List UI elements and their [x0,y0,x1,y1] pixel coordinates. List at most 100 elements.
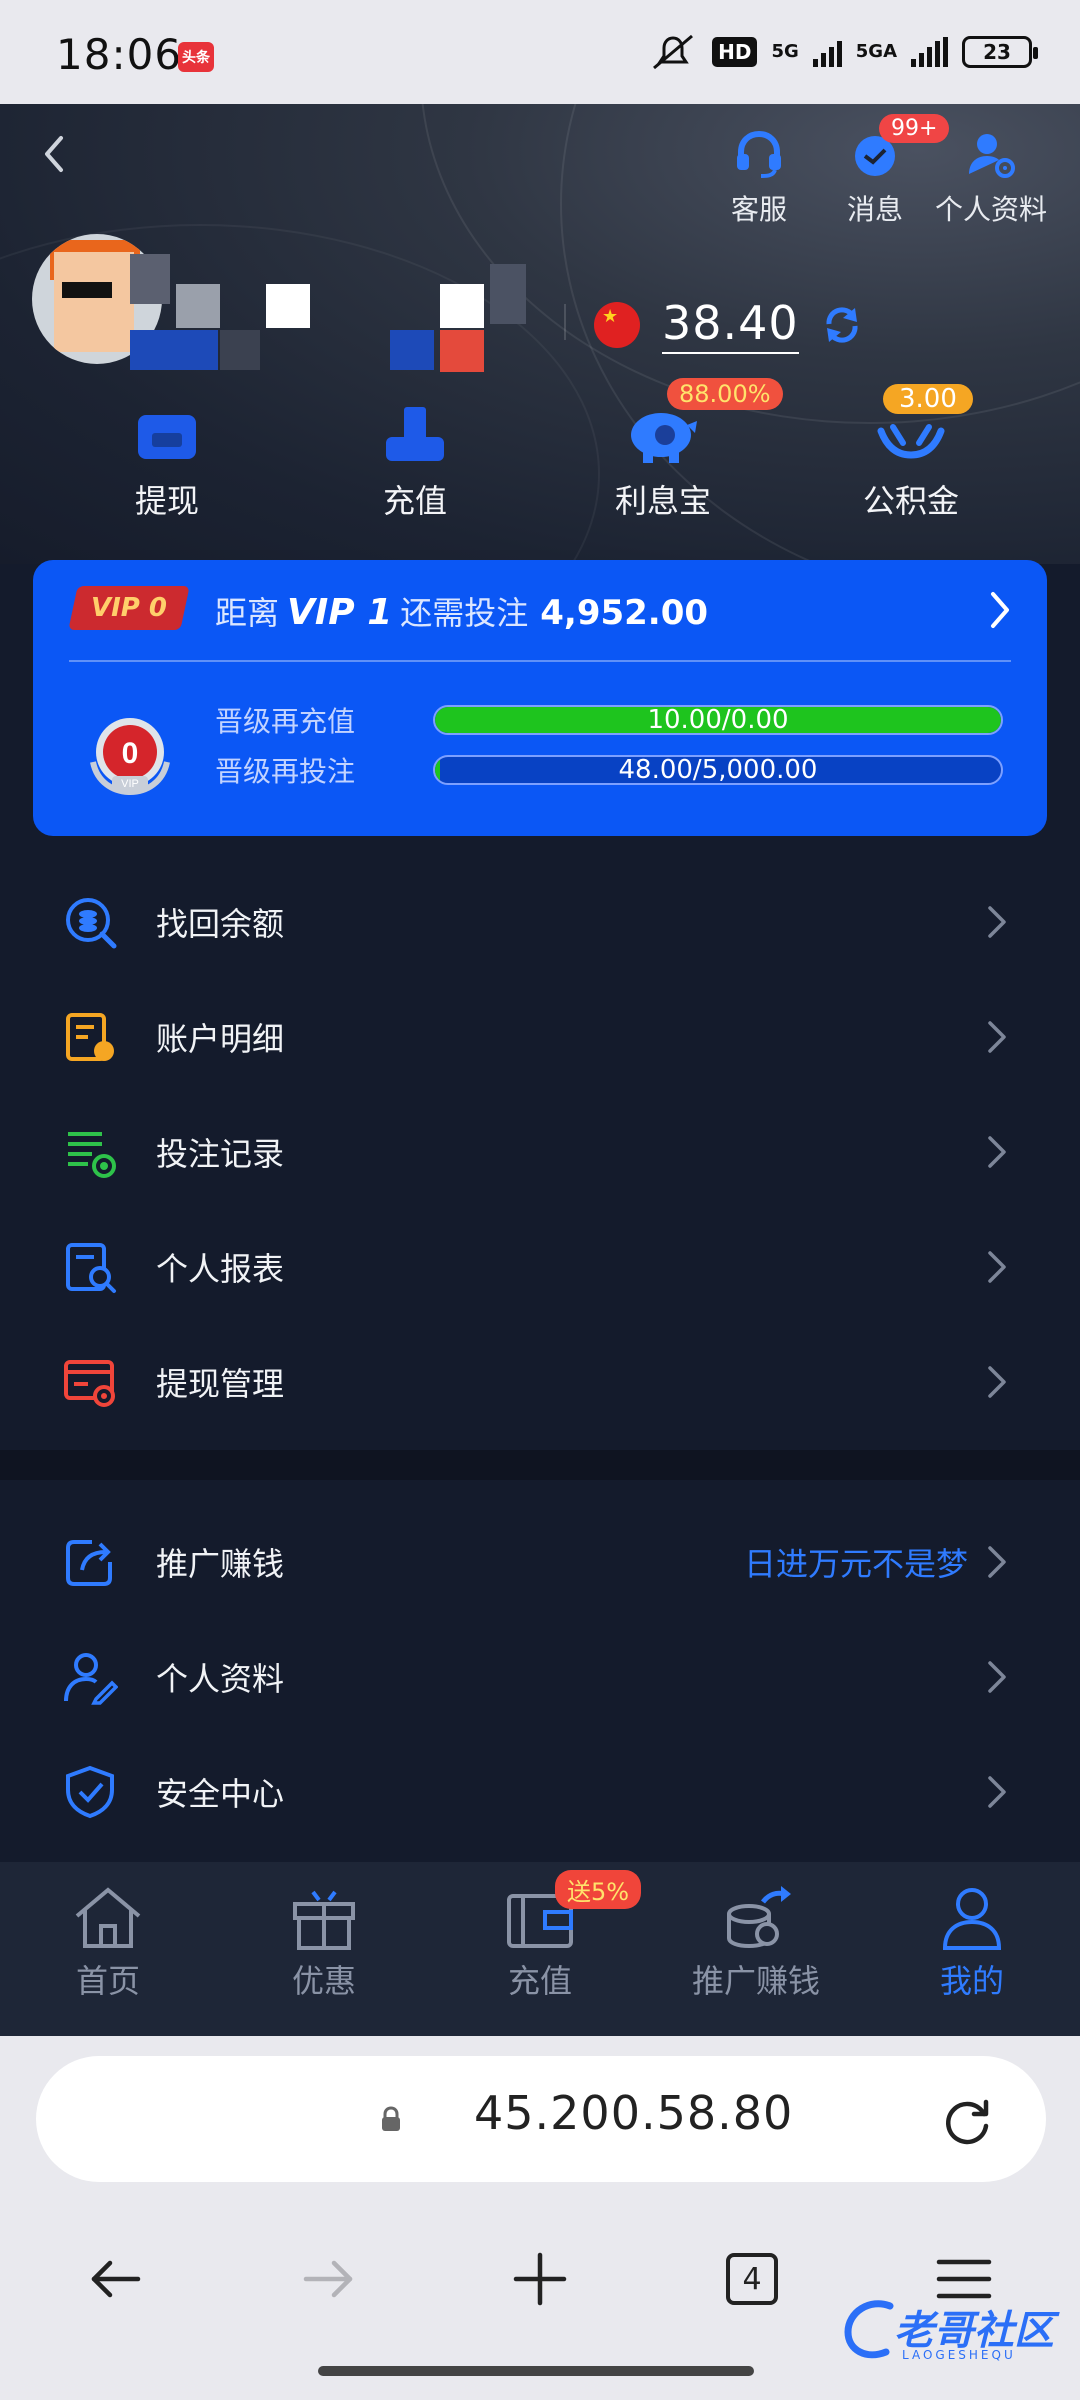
profile-button[interactable]: 个人资料 [926,126,1056,228]
recover-balance-icon [66,897,117,948]
tab-count: 4 [726,2253,778,2305]
provident-fund-badge: 3.00 [883,384,973,414]
arrow-right-icon [303,2260,353,2298]
status-time: 18:06 [56,30,183,79]
chevron-right-icon [988,1545,1006,1578]
profile-label: 个人资料 [934,193,1047,226]
vip-progress-card[interactable]: VIP 0 距离 VIP 1 还需投注 4,952.00 0 VIP 晋级再充值… [33,560,1047,836]
tab-promotions[interactable]: 优惠 [216,1884,432,2002]
messages-button[interactable]: 99+ 消息 [810,114,950,228]
recharge-progress-text: 10.00/0.00 [647,705,789,735]
wallet-icon: 送5% [503,1870,642,1952]
account-detail-icon [66,1012,114,1061]
promote-slogan: 日进万元不是梦 [743,1544,968,1583]
bet-progress-label: 晋级再投注 [215,755,356,788]
recharge-progress-label: 晋级再充值 [215,705,356,738]
coins-share-icon [727,1886,791,1949]
menu-item-profile[interactable]: 个人资料 [0,1619,1080,1734]
reload-icon[interactable] [940,2094,994,2148]
menu-label: 安全中心 [156,1774,285,1813]
bet-progress-bar: 48.00/5,000.00 [433,755,1003,785]
menu-item-promote-earn[interactable]: 推广赚钱 日进万元不是梦 [0,1504,1080,1619]
user-icon [942,1888,1002,1950]
menu-item-recover-balance[interactable]: 找回余额 [0,864,1080,979]
battery-icon: 23 [962,36,1038,68]
menu-label: 提现管理 [156,1364,285,1403]
chevron-right-icon [988,1660,1006,1693]
svg-text:0: 0 [122,737,139,770]
headset-icon [729,126,789,182]
user-settings-icon [961,126,1021,182]
vip-divider [69,660,1011,662]
watermark-logo: 老哥社区 LAOGESHEQU [840,2290,1070,2370]
gift-icon [293,1890,355,1950]
bet-progress-text: 48.00/5,000.00 [618,755,818,785]
refresh-balance-icon[interactable] [821,304,863,346]
home-icon [75,1887,141,1948]
menu-label: 账户明细 [156,1019,285,1058]
recharge-progress-bar: 10.00/0.00 [433,705,1003,735]
deposit-button[interactable]: 充值 [320,394,510,522]
chevron-right-icon [988,905,1006,938]
provident-fund-button[interactable]: 3.00 公积金 [816,384,1006,522]
hd-indicator: HD [712,37,758,67]
tab-label: 优惠 [291,1962,356,2000]
withdraw-button[interactable]: 提现 [72,394,262,522]
message-icon: 99+ [845,114,950,182]
url-text: 45.200.58.80 [474,2086,794,2140]
header-divider [564,304,566,340]
chevron-right-icon [988,1020,1006,1053]
tab-home[interactable]: 首页 [0,1884,216,2002]
interest-treasure-button[interactable]: 88.00% 利息宝 [568,378,783,522]
back-button[interactable] [24,124,84,184]
browser-back-button[interactable] [76,2244,156,2314]
signal-icon [812,37,842,67]
home-indicator[interactable] [318,2366,754,2376]
network-5g: 5G [771,41,799,62]
customer-service-button[interactable]: 客服 [694,126,824,228]
address-bar[interactable]: 45.200.58.80 [36,2056,1046,2182]
menu-item-withdraw-manage[interactable]: 提现管理 [0,1324,1080,1439]
menu-label: 推广赚钱 [156,1544,285,1583]
signal-icon-2 [911,37,948,67]
bet-progress-row: 晋级再投注 48.00/5,000.00 [215,750,1003,790]
svg-text:VIP: VIP [121,778,139,790]
menu-item-security-center[interactable]: 安全中心 [0,1734,1080,1849]
menu-item-account-detail[interactable]: 账户明细 [0,979,1080,1094]
tab-label: 推广赚钱 [691,1962,820,2000]
interest-treasure-label: 利息宝 [614,482,711,520]
tab-deposit[interactable]: 送5% 充值 [432,1870,648,2002]
chevron-right-icon [988,1250,1006,1283]
report-icon [66,1242,116,1293]
balance-display: ★ 38.40 [594,296,863,354]
tab-mine[interactable]: 我的 [864,1884,1080,2002]
browser-tabs-button[interactable]: 4 [712,2244,792,2314]
network-5ga: 5GA [855,41,897,62]
china-flag-icon: ★ [594,302,640,348]
vip-amount-needed: 4,952.00 [540,593,709,633]
profile-edit-icon [64,1652,118,1705]
bet-record-icon [68,1131,116,1178]
vip-prefix: 距离 [215,594,280,632]
vip-next-level: VIP 1 [287,592,393,633]
menu-label: 投注记录 [156,1134,285,1173]
recharge-progress-row: 晋级再充值 10.00/0.00 [215,700,1003,740]
tab-label: 我的 [939,1962,1004,2000]
browser-forward-button[interactable] [288,2244,368,2314]
bottom-tab-bar: 首页 优惠 送5% 充值 推广赚钱 我的 [0,1862,1080,2036]
status-bar: 18:06 头条 HD 5G 5GA 23 [0,0,1080,104]
tab-promote-earn[interactable]: 推广赚钱 [648,1884,864,2002]
menu-item-personal-report[interactable]: 个人报表 [0,1209,1080,1324]
withdraw-label: 提现 [134,482,199,520]
lock-icon [382,2106,400,2131]
watermark-subtext: LAOGESHEQU [902,2348,1016,2362]
toutiao-notification-icon: 头条 [178,42,214,72]
shield-icon [66,1765,114,1818]
arrow-left-icon [91,2260,141,2298]
browser-new-tab-button[interactable] [500,2244,580,2314]
tab-label: 首页 [75,1962,140,2000]
menu-item-bet-record[interactable]: 投注记录 [0,1094,1080,1209]
profile-header: 客服 99+ 消息 个人资料 ★ 38.40 提现 充值 88.00% 利息宝 … [0,104,1080,564]
chevron-right-icon [988,1365,1006,1398]
system-icons: HD 5G 5GA 23 [648,32,1038,72]
